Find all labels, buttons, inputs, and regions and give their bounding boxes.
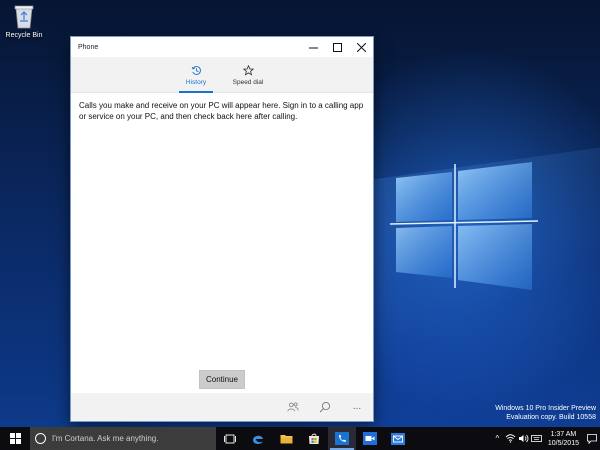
skype-video-icon: [363, 432, 377, 445]
more-options-button[interactable]: ...: [351, 401, 363, 413]
network-icon[interactable]: [505, 434, 516, 443]
title-bar[interactable]: Phone: [71, 37, 373, 57]
search-icon[interactable]: [319, 401, 331, 413]
notification-icon: [587, 433, 597, 444]
continue-container: Continue: [71, 369, 373, 389]
history-icon: [191, 65, 201, 75]
start-button[interactable]: [0, 427, 30, 450]
recycle-bin-icon: [14, 5, 34, 29]
minimize-button[interactable]: [301, 37, 325, 57]
clock-time: 1:37 AM: [550, 430, 577, 438]
clock[interactable]: 1:37 AM 10/5/2015: [543, 430, 584, 448]
continue-button[interactable]: Continue: [198, 370, 246, 389]
recycle-bin[interactable]: Recycle Bin: [4, 3, 44, 39]
file-explorer-button[interactable]: [272, 427, 300, 450]
recycle-bin-label: Recycle Bin: [5, 32, 43, 39]
maximize-icon: [332, 42, 342, 52]
windows-start-icon: [9, 433, 21, 444]
store-button[interactable]: [300, 427, 328, 450]
window-title: Phone: [78, 43, 99, 51]
close-icon: [356, 42, 366, 52]
skype-video-button[interactable]: [356, 427, 384, 450]
tab-bar: History Speed dial: [71, 57, 373, 93]
star-icon: [242, 64, 254, 76]
task-view-icon: [224, 434, 236, 443]
history-content: Calls you make and receive on your PC wi…: [71, 93, 373, 373]
mail-button[interactable]: [384, 427, 412, 450]
build-watermark: Windows 10 Pro Insider Preview Evaluatio…: [495, 404, 596, 422]
cortana-search-box[interactable]: I'm Cortana. Ask me anything.: [30, 427, 216, 450]
cortana-placeholder: I'm Cortana. Ask me anything.: [52, 434, 159, 443]
edge-button[interactable]: [244, 427, 272, 450]
tab-speed-dial-label: Speed dial: [232, 78, 264, 86]
store-icon: [309, 433, 319, 444]
mail-icon: [391, 432, 405, 445]
file-explorer-icon: [280, 435, 292, 444]
system-tray: ^ 1:37 AM 10/5/2015: [491, 427, 600, 450]
phone-window: Phone History Speed dial Calls you make …: [70, 36, 374, 422]
phone-icon: [335, 432, 349, 445]
action-center-button[interactable]: [584, 433, 600, 444]
close-button[interactable]: [349, 37, 373, 57]
windows-wallpaper-logo: [389, 162, 539, 290]
volume-icon[interactable]: [518, 434, 529, 443]
tab-speed-dial[interactable]: Speed dial: [225, 57, 271, 93]
edge-icon: [253, 435, 263, 444]
minimize-icon: [308, 47, 318, 48]
phone-taskbar-button[interactable]: [328, 427, 356, 450]
taskbar: I'm Cortana. Ask me anything. ^ 1:37 AM …: [0, 427, 600, 450]
tab-history-label: History: [185, 78, 207, 86]
clock-date: 10/5/2015: [547, 439, 579, 447]
empty-history-message: Calls you make and receive on your PC wi…: [79, 101, 364, 121]
maximize-button[interactable]: [325, 37, 349, 57]
cortana-icon: [35, 433, 46, 444]
app-bar: ...: [71, 393, 373, 421]
show-hidden-icons-button[interactable]: ^: [492, 434, 503, 443]
window-controls: [301, 37, 373, 57]
tab-history[interactable]: History: [173, 57, 219, 93]
task-view-button[interactable]: [216, 427, 244, 450]
watermark-line-1: Windows 10 Pro Insider Preview: [495, 405, 596, 412]
contacts-icon[interactable]: [287, 401, 299, 413]
watermark-line-2: Evaluation copy. Build 10558: [506, 414, 596, 421]
keyboard-icon[interactable]: [530, 434, 542, 443]
